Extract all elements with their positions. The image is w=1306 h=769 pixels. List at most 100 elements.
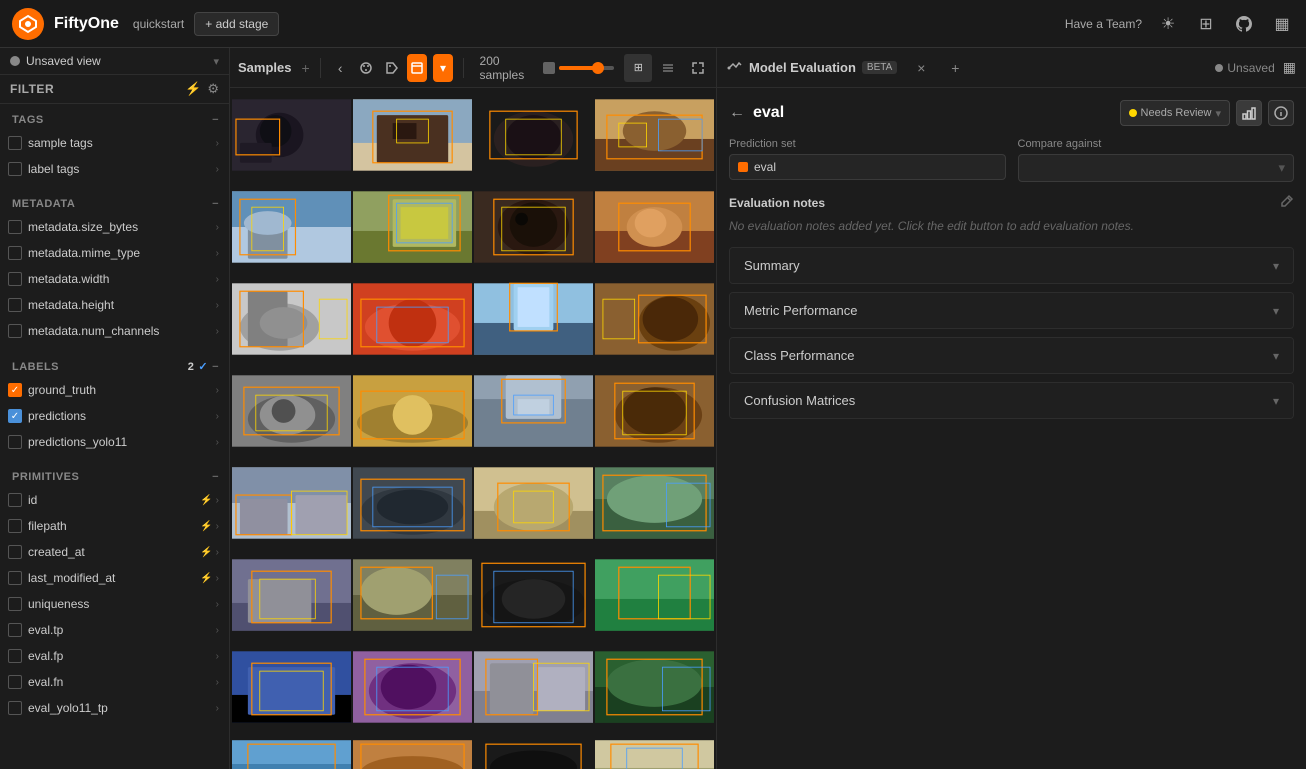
add-eval-panel-button[interactable]: + [941, 54, 969, 82]
grid-cell-2-2[interactable] [353, 182, 472, 272]
add-stage-button[interactable]: + add stage [194, 12, 279, 36]
grid-cell-1-2[interactable] [353, 90, 472, 180]
view-selector[interactable]: Unsaved view ▾ [0, 48, 229, 75]
checkbox-last-modified-at[interactable] [8, 571, 22, 585]
chart-view-button[interactable] [1236, 100, 1262, 126]
sidebar-item-uniqueness[interactable]: uniqueness › [0, 591, 229, 617]
bounding-box-button[interactable] [407, 54, 427, 82]
palette-button[interactable] [356, 54, 376, 82]
grid-cell-2-1[interactable] [232, 182, 351, 272]
sort-button[interactable]: ▾ [433, 54, 453, 82]
grid-layout-icon[interactable]: ▦ [1283, 59, 1296, 76]
metric-performance-header[interactable]: Metric Performance ▾ [730, 293, 1293, 328]
grid-cell-3-4[interactable] [595, 274, 714, 364]
checkbox-eval-fn[interactable] [8, 675, 22, 689]
grid-cell-2-4[interactable] [595, 182, 714, 272]
sidebar-item-width[interactable]: metadata.width › [0, 266, 229, 292]
sidebar-item-predictions-yolo11[interactable]: predictions_yolo11 › [0, 429, 229, 455]
grid-cell-8-3[interactable] [474, 734, 593, 769]
needs-review-button[interactable]: Needs Review ▾ [1120, 100, 1230, 126]
checkbox-width[interactable] [8, 272, 22, 286]
tags-collapse-icon[interactable]: − [212, 114, 219, 126]
grid-cell-6-1[interactable] [232, 550, 351, 640]
grid-cell-5-1[interactable] [232, 458, 351, 548]
checkbox-label-tags[interactable] [8, 162, 22, 176]
checkbox-ground-truth[interactable]: ✓ [8, 383, 22, 397]
samples-tab-label[interactable]: Samples [238, 60, 291, 75]
primitives-collapse-icon[interactable]: − [212, 471, 219, 483]
grid-cell-1-4[interactable] [595, 90, 714, 180]
checkbox-mime-type[interactable] [8, 246, 22, 260]
sidebar-item-eval-yolo11-tp[interactable]: eval_yolo11_tp › [0, 695, 229, 721]
expand-button[interactable] [688, 54, 708, 82]
grid-icon[interactable]: ⊞ [1194, 12, 1218, 36]
back-button[interactable]: ← [729, 104, 745, 122]
grid-cell-3-2[interactable] [353, 274, 472, 364]
grid-cell-7-2[interactable] [353, 642, 472, 732]
prev-button[interactable]: ‹ [330, 54, 350, 82]
grid-cell-6-4[interactable] [595, 550, 714, 640]
grid-cell-5-2[interactable] [353, 458, 472, 548]
sidebar-item-label-tags[interactable]: label tags › [0, 156, 229, 182]
settings-icon[interactable]: ▦ [1270, 12, 1294, 36]
grid-cell-7-3[interactable] [474, 642, 593, 732]
grid-cell-8-2[interactable] [353, 734, 472, 769]
checkbox-size-bytes[interactable] [8, 220, 22, 234]
grid-cell-4-1[interactable] [232, 366, 351, 456]
add-tab-button[interactable]: + [301, 60, 309, 76]
compare-against-select[interactable]: ▾ [1018, 154, 1295, 182]
confusion-matrices-header[interactable]: Confusion Matrices ▾ [730, 383, 1293, 418]
info-button[interactable] [1268, 100, 1294, 126]
grid-cell-3-1[interactable] [232, 274, 351, 364]
checkbox-eval-yolo11-tp[interactable] [8, 701, 22, 715]
grid-cell-4-2[interactable] [353, 366, 472, 456]
class-performance-header[interactable]: Class Performance ▾ [730, 338, 1293, 373]
sidebar-item-num-channels[interactable]: metadata.num_channels › [0, 318, 229, 344]
summary-header[interactable]: Summary ▾ [730, 248, 1293, 283]
grid-cell-7-1[interactable] [232, 642, 351, 732]
grid-cell-5-4[interactable] [595, 458, 714, 548]
sidebar-item-size-bytes[interactable]: metadata.size_bytes › [0, 214, 229, 240]
close-eval-panel-button[interactable]: × [907, 54, 935, 82]
grid-cell-6-3[interactable] [474, 550, 593, 640]
checkbox-id[interactable] [8, 493, 22, 507]
checkbox-predictions[interactable]: ✓ [8, 409, 22, 423]
slider-track[interactable] [559, 66, 614, 70]
grid-view-button[interactable]: ⊞ [624, 54, 652, 82]
metadata-collapse-icon[interactable]: − [212, 198, 219, 210]
labels-collapse-icon[interactable]: − [212, 361, 219, 373]
sidebar-item-height[interactable]: metadata.height › [0, 292, 229, 318]
sidebar-item-created-at[interactable]: created_at ⚡ › [0, 539, 229, 565]
grid-cell-8-4[interactable] [595, 734, 714, 769]
settings-filter-icon[interactable]: ⚙ [207, 81, 219, 97]
sidebar-item-eval-tp[interactable]: eval.tp › [0, 617, 229, 643]
grid-cell-4-3[interactable] [474, 366, 593, 456]
sidebar-item-eval-fp[interactable]: eval.fp › [0, 643, 229, 669]
lightning-icon[interactable]: ⚡ [185, 81, 201, 97]
grid-cell-7-4[interactable] [595, 642, 714, 732]
tag-button[interactable] [382, 54, 402, 82]
sidebar-item-predictions[interactable]: ✓ predictions › [0, 403, 229, 429]
sidebar-item-mime-type[interactable]: metadata.mime_type › [0, 240, 229, 266]
grid-cell-1-3[interactable] [474, 90, 593, 180]
grid-cell-6-2[interactable] [353, 550, 472, 640]
checkbox-eval-tp[interactable] [8, 623, 22, 637]
checkbox-sample-tags[interactable] [8, 136, 22, 150]
grid-cell-3-3[interactable] [474, 274, 593, 364]
grid-cell-2-3[interactable] [474, 182, 593, 272]
sidebar-item-sample-tags[interactable]: sample tags › [0, 130, 229, 156]
checkbox-num-channels[interactable] [8, 324, 22, 338]
checkbox-height[interactable] [8, 298, 22, 312]
sidebar-item-eval-fn[interactable]: eval.fn › [0, 669, 229, 695]
checkbox-predictions-yolo11[interactable] [8, 435, 22, 449]
checkbox-created-at[interactable] [8, 545, 22, 559]
slider-handle[interactable] [592, 62, 604, 74]
sidebar-item-ground-truth[interactable]: ✓ ground_truth › [0, 377, 229, 403]
github-icon[interactable] [1232, 12, 1256, 36]
grid-cell-8-1[interactable] [232, 734, 351, 769]
edit-notes-button[interactable] [1280, 194, 1294, 211]
checkbox-uniqueness[interactable] [8, 597, 22, 611]
sun-icon[interactable]: ☀ [1156, 12, 1180, 36]
grid-cell-1-1[interactable] [232, 90, 351, 180]
checkbox-filepath[interactable] [8, 519, 22, 533]
